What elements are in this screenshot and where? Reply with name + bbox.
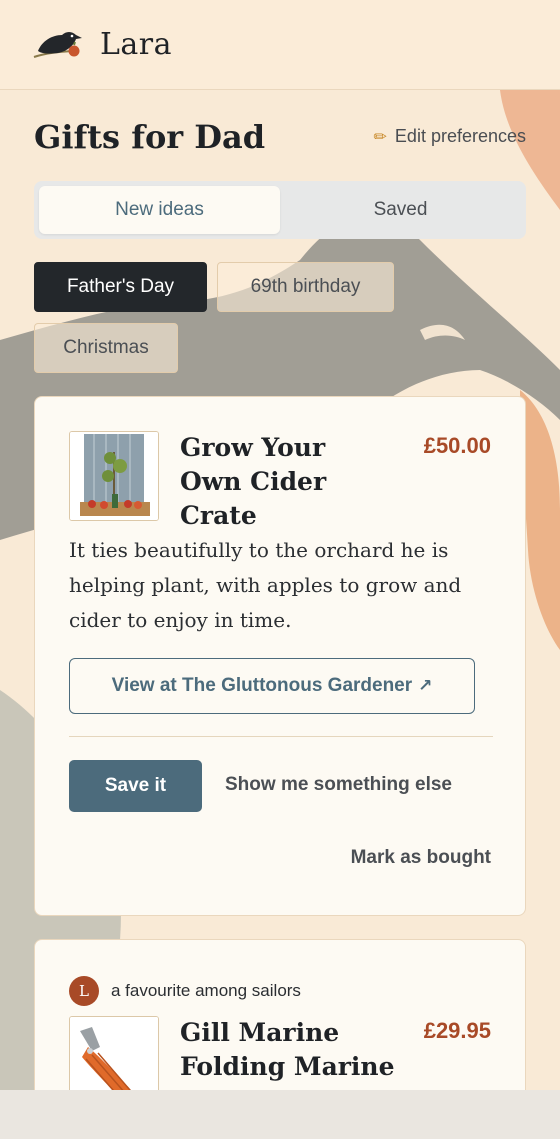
tab-new-ideas[interactable]: New ideas	[39, 186, 280, 234]
arrow-up-right-icon: ↗	[418, 676, 433, 695]
tab-saved[interactable]: Saved	[280, 186, 521, 234]
show-something-else-button[interactable]: Show me something else	[225, 774, 452, 796]
chip-christmas[interactable]: Christmas	[34, 323, 178, 373]
pencil-icon: ✏	[373, 128, 387, 146]
product-name[interactable]: Grow Your Own Cider Crate	[180, 431, 395, 533]
product-price: £29.95	[423, 1018, 491, 1043]
gift-card: Grow Your Own Cider Crate £50.00 It ties…	[34, 396, 526, 916]
chip-69th-birthday[interactable]: 69th birthday	[217, 262, 394, 312]
edit-preferences-link[interactable]: ✏ Edit preferences	[374, 126, 526, 147]
cider-crate-image	[70, 432, 158, 520]
crow-logo-icon[interactable]	[32, 27, 86, 63]
top-bar: Lara	[0, 0, 560, 90]
chip-fathers-day[interactable]: Father's Day	[34, 262, 207, 312]
bottom-bar	[0, 1090, 560, 1139]
save-it-button[interactable]: Save it	[69, 760, 202, 812]
product-price: £50.00	[423, 433, 491, 458]
mark-as-bought-button[interactable]: Mark as bought	[351, 847, 491, 869]
edit-preferences-label: Edit preferences	[394, 126, 526, 146]
product-description: It ties beautifully to the orchard he is…	[69, 538, 462, 632]
card-divider	[69, 736, 493, 737]
brand-name: Lara	[100, 27, 173, 62]
recommendation-note: L a favourite among sailors	[69, 976, 301, 1006]
product-image[interactable]	[69, 431, 159, 521]
title-row: Gifts for Dad ✏ Edit preferences	[34, 118, 526, 158]
avatar: L	[69, 976, 99, 1006]
view-retailer-label: View at The Gluttonous Gardener	[111, 675, 413, 696]
page-title: Gifts for Dad	[34, 118, 266, 156]
recommendation-text: a favourite among sailors	[111, 981, 301, 1000]
view-tabs: New ideas Saved	[34, 181, 526, 239]
view-retailer-button[interactable]: View at The Gluttonous Gardener ↗	[69, 658, 475, 714]
